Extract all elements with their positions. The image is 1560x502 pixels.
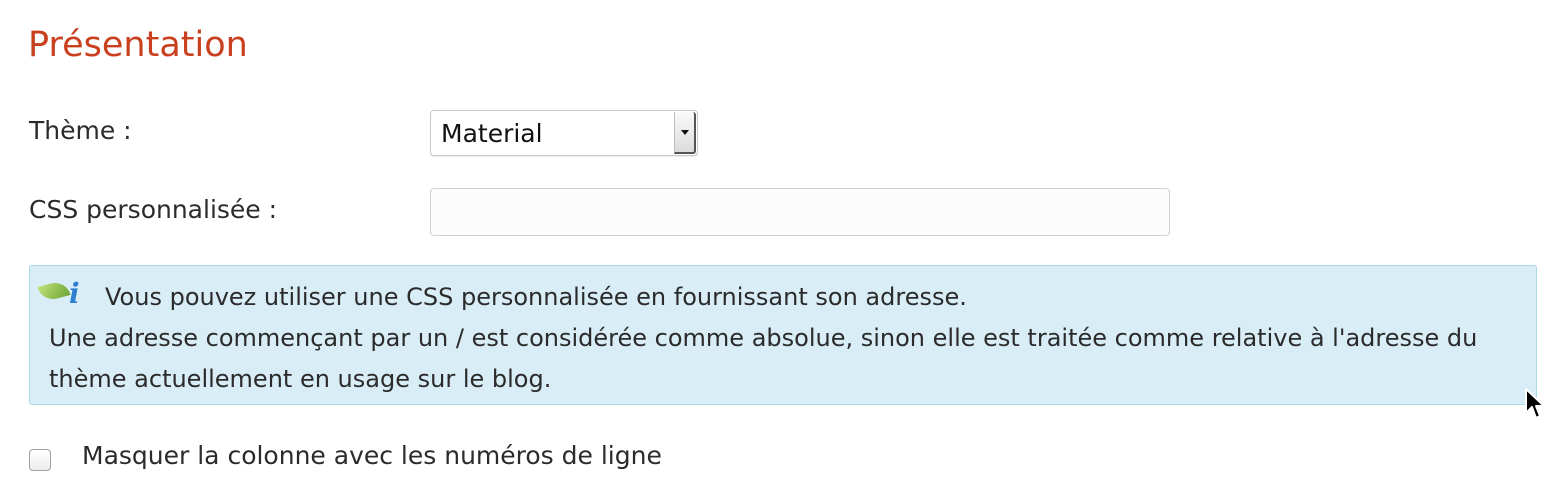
info-line-1-text: Vous pouvez utiliser une CSS personnalis… — [105, 283, 967, 311]
mouse-cursor-icon — [1525, 388, 1545, 419]
info-i-icon: i — [69, 277, 80, 310]
theme-select-value: Material — [441, 119, 543, 148]
info-message-line-1: i Vous pouvez utiliser une CSS personnal… — [37, 277, 1519, 318]
hide-line-numbers-label[interactable]: Masquer la colonne avec les numéros de l… — [82, 439, 662, 473]
chevron-down-icon[interactable] — [674, 112, 696, 154]
section-title: Présentation — [28, 25, 248, 65]
custom-css-input[interactable] — [430, 188, 1170, 236]
theme-select[interactable]: Material — [430, 110, 698, 156]
info-message-text: i Vous pouvez utiliser une CSS personnal… — [37, 277, 1519, 400]
leaf-icon — [37, 279, 71, 303]
info-leaf-icon: i — [37, 277, 91, 310]
hide-line-numbers-checkbox[interactable] — [29, 449, 51, 471]
custom-css-label: CSS personnalisée : — [29, 195, 278, 224]
info-message-line-2: Une adresse commençant par un / est cons… — [49, 324, 1478, 393]
theme-label: Thème : — [29, 116, 132, 145]
info-message: i Vous pouvez utiliser une CSS personnal… — [29, 265, 1537, 405]
